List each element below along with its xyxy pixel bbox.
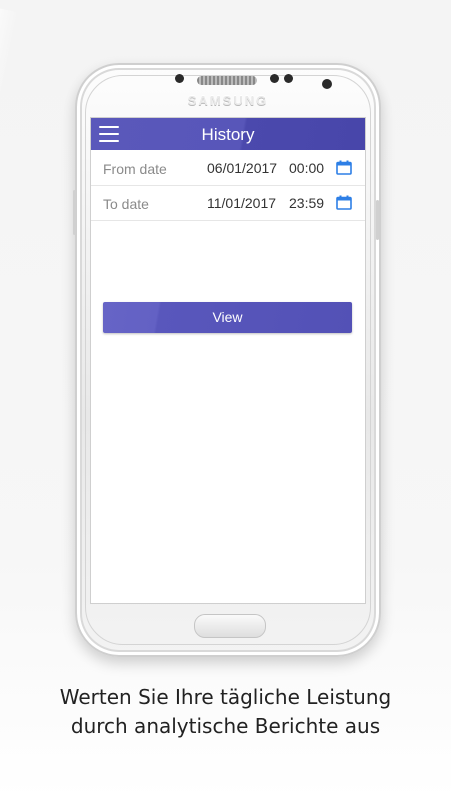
home-button[interactable]: [194, 614, 266, 638]
proximity-sensor: [270, 74, 279, 83]
volume-button[interactable]: [73, 190, 76, 235]
brand-logo: SAMSUNG: [187, 93, 269, 108]
to-date-value[interactable]: 11/01/2017: [207, 195, 276, 211]
earpiece-speaker: [197, 76, 257, 85]
to-date-row[interactable]: To date 11/01/2017 23:59: [91, 186, 365, 221]
caption-line-2: durch analytische Berichte aus: [70, 714, 381, 738]
app-screen: History From date 06/01/2017 00:00 To da…: [90, 117, 366, 604]
view-button[interactable]: View: [103, 302, 352, 333]
background-highlight: [0, 0, 19, 424]
calendar-icon[interactable]: [336, 160, 352, 175]
from-date-label: From date: [103, 161, 167, 177]
app-bar: History: [91, 118, 365, 150]
to-date-label: To date: [103, 196, 149, 212]
power-button[interactable]: [376, 200, 379, 240]
light-sensor: [284, 74, 293, 83]
from-date-row[interactable]: From date 06/01/2017 00:00: [91, 151, 365, 186]
front-camera: [322, 79, 332, 89]
front-sensor: [175, 74, 184, 83]
to-time-value[interactable]: 23:59: [289, 195, 324, 211]
calendar-icon[interactable]: [336, 195, 352, 210]
promo-caption: Werten Sie Ihre tägliche Leistung durch …: [0, 683, 451, 741]
page-title: History: [201, 125, 255, 144]
caption-line-1: Werten Sie Ihre tägliche Leistung: [59, 685, 392, 709]
from-date-value[interactable]: 06/01/2017: [207, 160, 277, 176]
from-time-value[interactable]: 00:00: [289, 160, 324, 176]
